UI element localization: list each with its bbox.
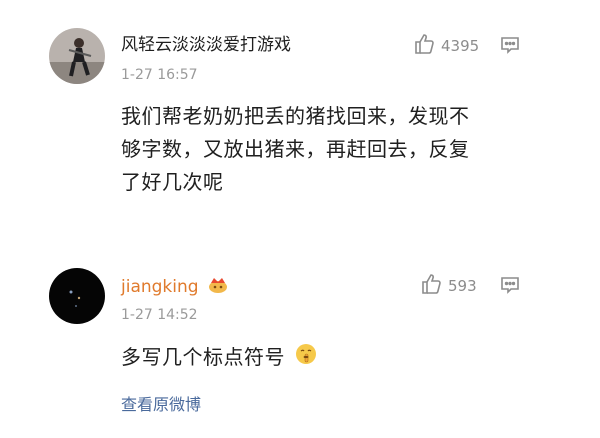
thumbs-up-icon <box>413 33 435 59</box>
comment-icon[interactable] <box>500 35 520 59</box>
avatar[interactable] <box>49 268 105 324</box>
like-button[interactable]: 4395 <box>413 33 479 59</box>
comment-item: jiangking 1-27 14:52 593 多写几个标点符号 查看原微博 <box>0 240 600 438</box>
view-original-link[interactable]: 查看原微博 <box>121 391 201 415</box>
crown-badge-icon <box>208 275 228 299</box>
comment-text-content: 多写几个标点符号 <box>121 345 285 369</box>
comment-time: 1-27 16:57 <box>121 67 198 83</box>
username[interactable]: jiangking <box>121 275 228 299</box>
comment-text-line: 我们帮老奶奶把丢的猪找回来，发现不 <box>121 104 470 128</box>
username[interactable]: 风轻云淡淡淡爱打游戏 <box>121 34 291 56</box>
like-count: 593 <box>448 277 477 295</box>
comment-time: 1-27 14:52 <box>121 307 198 323</box>
comment-text: 我们帮老奶奶把丢的猪找回来，发现不 够字数，又放出猪来，再赶回去，反复 了好几次… <box>121 100 470 199</box>
like-count: 4395 <box>441 37 480 55</box>
comment-text-line: 了好几次呢 <box>121 170 224 194</box>
shush-emoji-icon <box>295 342 317 375</box>
comment-text: 多写几个标点符号 <box>121 341 317 375</box>
like-button[interactable]: 593 <box>420 273 477 299</box>
username-text: jiangking <box>121 277 199 297</box>
thumbs-up-icon <box>420 273 442 299</box>
comment-text-line: 够字数，又放出猪来，再赶回去，反复 <box>121 137 470 161</box>
comment-item: 风轻云淡淡淡爱打游戏 1-27 16:57 4395 我们帮老奶奶把丢的猪找回来… <box>0 0 600 230</box>
avatar[interactable] <box>49 28 105 84</box>
comment-icon[interactable] <box>500 275 520 299</box>
